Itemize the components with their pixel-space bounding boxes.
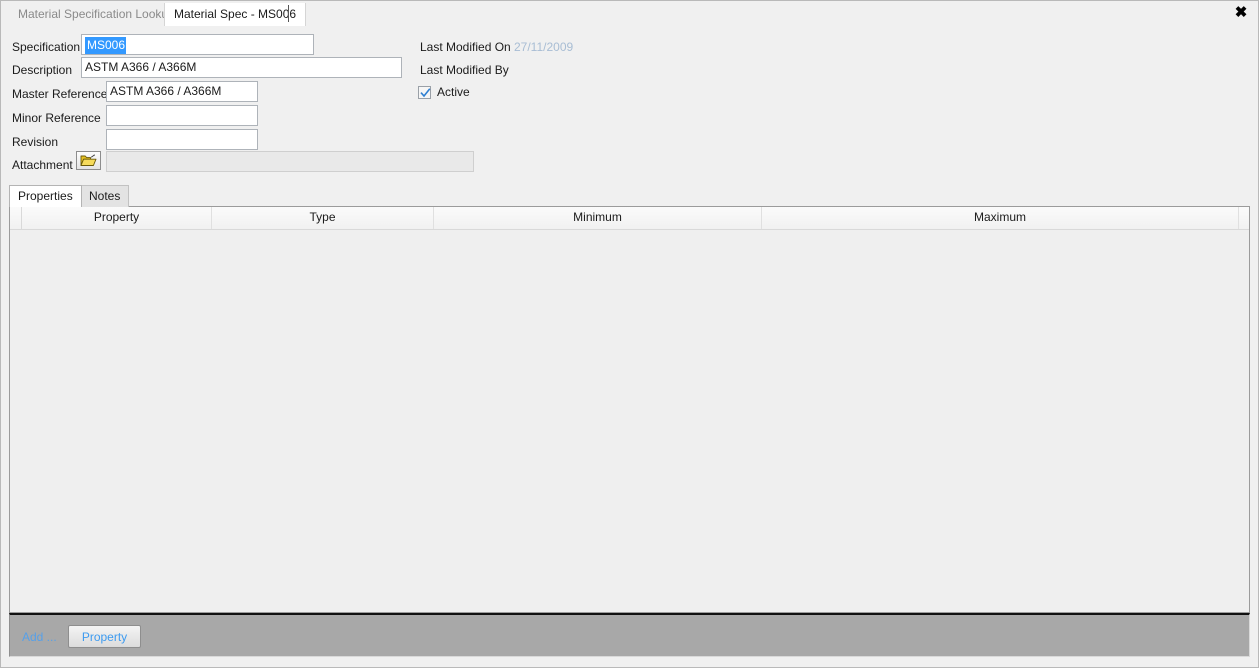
detail-form: Specification MS006 Description ASTM A36… [1, 26, 1258, 181]
active-label: Active [437, 85, 470, 99]
application-window: Material Specification Lookup Material S… [0, 0, 1259, 668]
master-reference-value: ASTM A366 / A366M [110, 84, 222, 98]
tab-properties[interactable]: Properties [9, 185, 82, 207]
grid-header-type[interactable]: Type [212, 207, 434, 229]
tab-label: Material Specification Lookup [18, 7, 175, 21]
checkbox-box [418, 85, 431, 99]
grid-action-toolbar: Add ... Property [9, 613, 1250, 657]
grid-body[interactable] [10, 230, 1249, 612]
specification-label: Specification [12, 40, 81, 54]
description-input[interactable]: ASTM A366 / A366M [81, 57, 402, 78]
properties-grid: Property Type Minimum Maximum [9, 206, 1250, 613]
revision-label: Revision [12, 135, 59, 149]
check-icon [420, 87, 431, 97]
minor-reference-label: Minor Reference [12, 111, 101, 125]
inner-tab-label: Notes [89, 189, 121, 203]
tab-label: Material Spec - MS006 [174, 7, 297, 21]
grid-header-minimum[interactable]: Minimum [434, 207, 762, 229]
master-reference-input[interactable]: ASTM A366 / A366M [106, 81, 258, 102]
open-folder-icon-button[interactable] [76, 151, 101, 170]
close-button[interactable]: ✖ [1230, 3, 1252, 23]
attachment-label: Attachment [12, 158, 73, 172]
grid-header-rowselector [10, 207, 22, 229]
tab-material-specification-lookup[interactable]: Material Specification Lookup [9, 3, 184, 26]
active-checkbox[interactable]: Active [418, 85, 470, 99]
last-modified-on-label: Last Modified On [420, 40, 511, 54]
master-reference-label: Master Reference [12, 87, 108, 101]
add-property-button[interactable]: Property [68, 625, 141, 648]
attachment-path-input [106, 151, 474, 172]
tab-text-caret [288, 5, 289, 22]
grid-header-row: Property Type Minimum Maximum [10, 207, 1249, 230]
description-value: ASTM A366 / A366M [85, 60, 197, 74]
tab-material-spec-ms006[interactable]: Material Spec - MS006 [164, 3, 307, 26]
specification-selected-text: MS006 [85, 37, 127, 54]
inner-tab-label: Properties [18, 189, 73, 203]
description-label: Description [12, 63, 73, 77]
grid-header-filler [1239, 207, 1249, 229]
add-label: Add ... [22, 630, 57, 644]
tab-notes[interactable]: Notes [80, 185, 130, 207]
minor-reference-input[interactable] [106, 105, 258, 126]
last-modified-on-value: 27/11/2009 [514, 40, 574, 54]
open-folder-icon [80, 154, 97, 166]
grid-header-maximum[interactable]: Maximum [762, 207, 1239, 229]
specification-input[interactable]: MS006 [81, 34, 314, 55]
last-modified-by-label: Last Modified By [420, 63, 509, 77]
tab-strip: Material Specification Lookup Material S… [1, 1, 1258, 27]
grid-header-property[interactable]: Property [22, 207, 212, 229]
revision-input[interactable] [106, 129, 258, 150]
